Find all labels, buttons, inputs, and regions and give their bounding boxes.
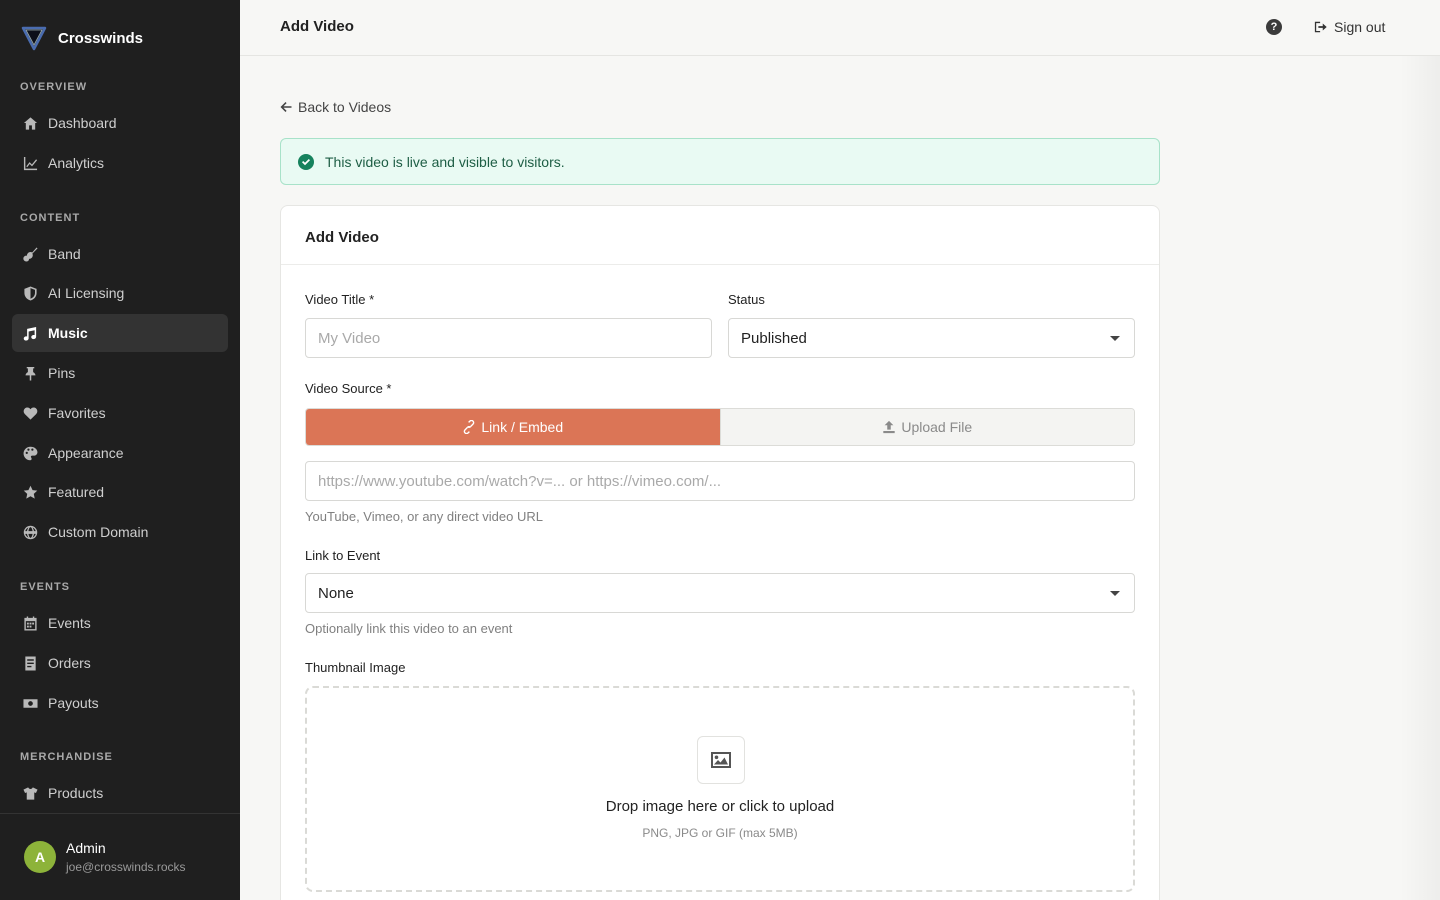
- link-icon: [464, 420, 475, 434]
- money-icon: [22, 695, 38, 711]
- chart-line-icon: [22, 155, 38, 171]
- image-icon: [697, 736, 745, 784]
- video-title-label: Video Title *: [305, 292, 375, 307]
- link-embed-label: Link / Embed: [481, 419, 564, 435]
- heart-icon: [22, 405, 38, 421]
- page-title: Add Video: [280, 18, 354, 35]
- scroll-shadow: [1400, 56, 1440, 900]
- video-source-label: Video Source *: [305, 381, 392, 396]
- sidebar-item-label: Featured: [48, 484, 105, 500]
- sidebar-item-label: Band: [48, 246, 81, 262]
- status-label: Status: [728, 292, 765, 307]
- section-label-overview: OVERVIEW: [20, 81, 88, 93]
- top-bar: Add Video ? Sign out: [240, 0, 1440, 56]
- check-circle-icon: [298, 153, 314, 170]
- thumbnail-label: Thumbnail Image: [305, 660, 406, 675]
- sidebar-item-music[interactable]: Music: [12, 314, 228, 352]
- sidebar-item-events[interactable]: Events: [12, 604, 228, 642]
- sidebar-item-label: Events: [48, 615, 91, 631]
- sidebar-item-label: Dashboard: [48, 115, 117, 131]
- help-icon[interactable]: ?: [1266, 19, 1282, 35]
- link-embed-tab[interactable]: Link / Embed: [306, 409, 720, 445]
- globe-icon: [22, 524, 38, 540]
- guitar-icon: [22, 246, 38, 262]
- sidebar-item-label: Products: [48, 785, 104, 801]
- user-profile[interactable]: A Admin joe@crosswinds.rocks: [0, 813, 240, 900]
- video-source-toggle: Link / Embed Upload File: [305, 408, 1135, 446]
- alert-text: This video is live and visible to visito…: [325, 153, 565, 170]
- palette-icon: [22, 445, 38, 461]
- arrow-left-icon: [280, 102, 292, 112]
- user-email: joe@crosswinds.rocks: [66, 860, 186, 874]
- event-help: Optionally link this video to an event: [305, 621, 513, 636]
- avatar: A: [24, 841, 56, 873]
- sidebar-item-label: Analytics: [48, 155, 105, 171]
- music-note-icon: [22, 325, 38, 341]
- shirt-icon: [22, 785, 38, 801]
- video-title-input[interactable]: [305, 318, 712, 358]
- add-video-card: Add Video Video Title * Status Published…: [280, 205, 1160, 900]
- sidebar-item-products[interactable]: Products: [12, 774, 228, 812]
- user-name: Admin: [66, 840, 106, 856]
- sidebar-item-label: Pins: [48, 365, 76, 381]
- brand-name: Crosswinds: [58, 29, 144, 47]
- video-url-input[interactable]: [305, 461, 1135, 501]
- sidebar-item-label: Custom Domain: [48, 524, 149, 540]
- section-label-events: EVENTS: [20, 581, 71, 593]
- home-icon: [22, 115, 38, 131]
- brand[interactable]: Crosswinds: [20, 24, 143, 52]
- receipt-icon: [22, 655, 38, 671]
- upload-icon: [883, 420, 896, 434]
- upload-file-tab[interactable]: Upload File: [719, 409, 1134, 445]
- sign-out-icon: [1314, 21, 1327, 33]
- star-icon: [22, 484, 38, 500]
- sidebar-item-favorites[interactable]: Favorites: [12, 394, 228, 432]
- upload-file-label: Upload File: [901, 419, 973, 435]
- crosswinds-logo-icon: [21, 26, 47, 51]
- sidebar-item-ai-licensing[interactable]: AI Licensing: [12, 274, 228, 312]
- card-header: Add Video: [281, 206, 1159, 265]
- section-label-content: CONTENT: [20, 212, 81, 224]
- thumbnail-dropzone[interactable]: Drop image here or click to upload PNG, …: [305, 686, 1135, 892]
- sidebar-item-appearance[interactable]: Appearance: [12, 434, 228, 472]
- sidebar-item-custom-domain[interactable]: Custom Domain: [12, 513, 228, 551]
- sidebar-item-label: Appearance: [48, 445, 124, 461]
- event-select[interactable]: None: [305, 573, 1135, 613]
- calendar-icon: [22, 615, 38, 631]
- card-title: Add Video: [305, 229, 379, 246]
- pin-icon: [22, 365, 38, 381]
- sidebar: Crosswinds OVERVIEW Dashboard Analytics …: [0, 0, 240, 900]
- sidebar-item-orders[interactable]: Orders: [12, 644, 228, 682]
- dropzone-title: Drop image here or click to upload: [605, 798, 835, 815]
- sidebar-item-band[interactable]: Band: [12, 235, 228, 273]
- event-select-value: None: [318, 584, 354, 602]
- video-url-help: YouTube, Vimeo, or any direct video URL: [305, 509, 543, 524]
- status-select[interactable]: Published: [728, 318, 1135, 358]
- sidebar-item-payouts[interactable]: Payouts: [12, 684, 228, 722]
- sidebar-item-label: Music: [48, 325, 88, 341]
- sidebar-item-label: Payouts: [48, 695, 99, 711]
- sign-out-button[interactable]: Sign out: [1314, 19, 1385, 35]
- chevron-down-icon: [1110, 336, 1120, 341]
- chevron-down-icon: [1110, 591, 1120, 596]
- sidebar-item-analytics[interactable]: Analytics: [12, 144, 228, 182]
- success-alert: This video is live and visible to visito…: [280, 138, 1160, 185]
- sidebar-item-label: Orders: [48, 655, 91, 671]
- sidebar-item-label: AI Licensing: [48, 285, 125, 301]
- sign-out-label: Sign out: [1334, 19, 1386, 35]
- shield-icon: [22, 285, 38, 301]
- link-to-event-label: Link to Event: [305, 548, 381, 563]
- sidebar-item-featured[interactable]: Featured: [12, 473, 228, 511]
- dropzone-subtitle: PNG, JPG or GIF (max 5MB): [642, 826, 798, 840]
- back-link-label: Back to Videos: [298, 99, 392, 115]
- sidebar-item-pins[interactable]: Pins: [12, 354, 228, 392]
- back-to-videos-link[interactable]: Back to Videos: [280, 99, 391, 115]
- section-label-merchandise: MERCHANDISE: [20, 751, 113, 763]
- status-select-value: Published: [741, 329, 807, 347]
- sidebar-item-label: Favorites: [48, 405, 106, 421]
- sidebar-item-dashboard[interactable]: Dashboard: [12, 104, 228, 142]
